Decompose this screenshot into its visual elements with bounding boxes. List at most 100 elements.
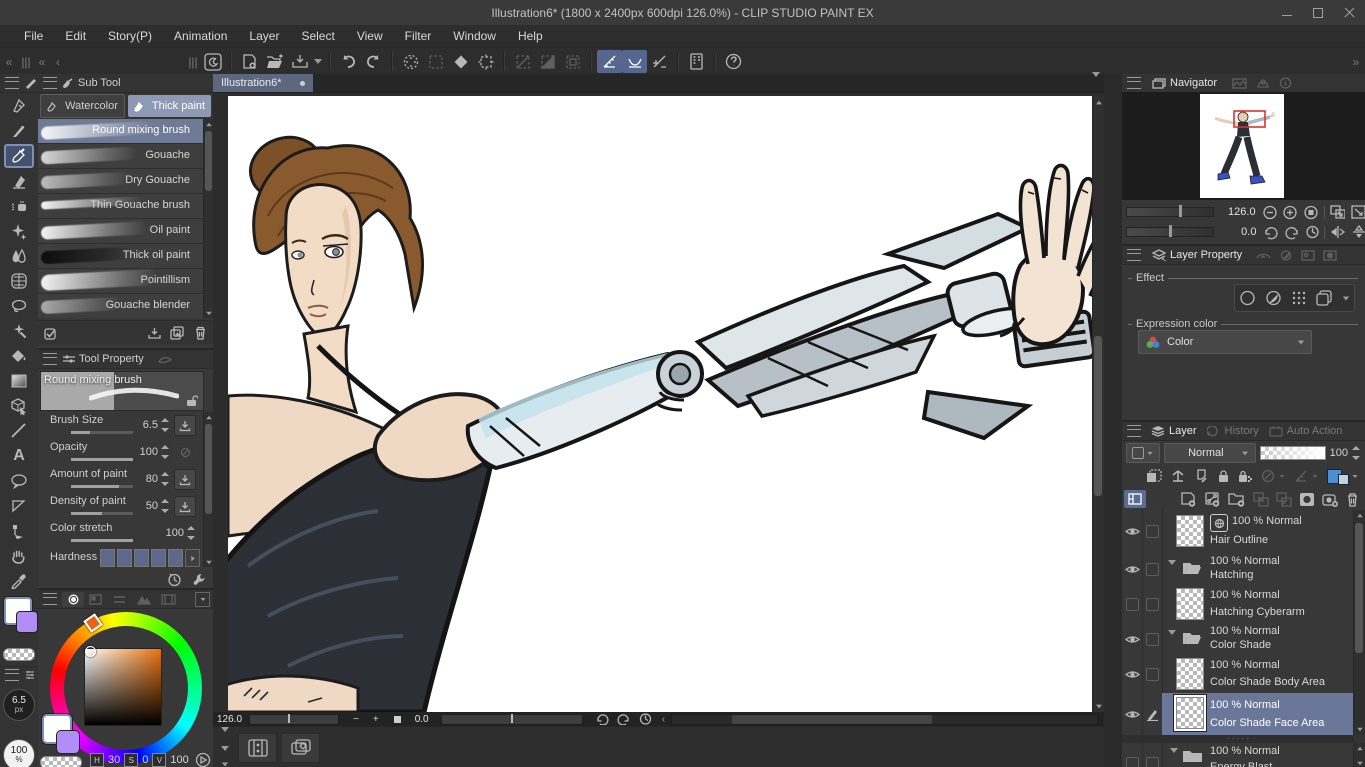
zoom-in-icon[interactable]: + — [373, 714, 379, 725]
menu-select[interactable]: Select — [290, 29, 345, 43]
nav-zoom-in-icon[interactable] — [1282, 205, 1298, 220]
nav-fit-to-screen-icon[interactable] — [1330, 205, 1346, 219]
save-dropdown-icon[interactable] — [312, 50, 324, 73]
layer-thumbnail[interactable] — [1176, 658, 1204, 690]
material-panel-button[interactable] — [684, 50, 709, 73]
close-button[interactable] — [1344, 7, 1355, 18]
prop-value[interactable]: 100 — [166, 527, 184, 539]
tool-property-scrollbar[interactable] — [203, 412, 213, 567]
expand-selection-button[interactable] — [473, 50, 498, 73]
sub-tool-menu-icon[interactable] — [43, 77, 57, 89]
visibility-eye-icon[interactable] — [1122, 510, 1143, 553]
slider-settings-icon[interactable] — [24, 669, 36, 681]
collapse-left-icon[interactable]: « — [0, 50, 18, 73]
hand-tool[interactable] — [4, 544, 34, 568]
sub-tool-tab-thick-paint[interactable]: Thick paint — [128, 95, 211, 117]
brush-size-dynamics-button[interactable] — [174, 415, 196, 436]
navigator-preview[interactable] — [1122, 92, 1365, 200]
frame-border-tool[interactable] — [4, 494, 34, 518]
brush-item-oil-paint[interactable]: Oil paint — [38, 219, 204, 244]
effect-dropdown-icon[interactable] — [1342, 296, 1350, 300]
nav-zoom-out-icon[interactable] — [1262, 205, 1278, 220]
canvas-rotation-slider[interactable] — [440, 713, 583, 725]
reset-rotation-icon[interactable] — [639, 713, 652, 725]
color-stretch-spinner[interactable] — [187, 526, 196, 540]
layer-row-hatching-cyberarm[interactable]: 100 % Normal Hatching Cyberarm — [1122, 585, 1354, 624]
delete-layer-icon[interactable] — [1346, 492, 1359, 507]
ruler-range-icon[interactable] — [1294, 469, 1319, 483]
transparent-color-swatch-panel[interactable] — [40, 756, 82, 767]
layer-row-color-shade-body[interactable]: 100 % Normal Color Shade Body Area — [1122, 655, 1354, 694]
brush-item-gouache-blender[interactable]: Gouache blender — [38, 294, 204, 318]
snap-to-grid-button[interactable] — [647, 50, 672, 73]
invert-selection-button[interactable] — [448, 50, 473, 73]
frame-tab-icon[interactable] — [1301, 249, 1315, 261]
value-value[interactable]: 100 — [170, 754, 188, 766]
layer-check-box[interactable] — [1142, 585, 1163, 623]
visibility-eye-icon[interactable] — [1122, 655, 1143, 693]
canvas-vscrollbar[interactable] — [1092, 96, 1104, 712]
layer-check-box[interactable] — [1142, 553, 1163, 585]
visibility-eye-icon[interactable] — [1122, 585, 1143, 623]
list-splitter[interactable]: · · · · · — [1122, 735, 1354, 743]
auto-select-tool[interactable] — [4, 319, 34, 343]
prop-value[interactable]: 50 — [146, 500, 158, 512]
item-bank-tab-icon[interactable] — [1256, 78, 1270, 89]
wrench-settings-icon[interactable] — [192, 572, 207, 587]
sv-marker[interactable] — [85, 646, 96, 657]
nav-rotate-right-icon[interactable] — [1284, 225, 1300, 240]
layer-tab[interactable]: Layer — [1146, 422, 1202, 440]
palette-color-chip[interactable] — [1126, 443, 1160, 463]
new-vector-layer-icon[interactable] — [1204, 491, 1221, 507]
zoom-fit-icon[interactable] — [393, 715, 401, 723]
layer-thumbnail[interactable] — [1176, 515, 1204, 547]
sub-color-swatch-panel[interactable] — [56, 730, 80, 754]
brush-size-spinner[interactable] — [161, 418, 170, 432]
amount-dynamics-button[interactable] — [174, 469, 196, 490]
opacity-spinner[interactable] — [161, 445, 170, 459]
saturation-value-square[interactable] — [84, 648, 162, 726]
layer-check-box[interactable] — [1142, 743, 1163, 767]
multi-select-icon[interactable] — [44, 326, 59, 340]
density-spinner[interactable] — [161, 499, 170, 513]
visibility-eye-icon[interactable] — [1122, 623, 1143, 655]
amount-of-paint-slider[interactable] — [71, 485, 133, 488]
import-sub-tool-icon[interactable] — [147, 326, 162, 340]
correct-line-tool[interactable] — [4, 519, 34, 543]
text-tool[interactable]: A — [4, 444, 34, 468]
airbrush-tool[interactable] — [4, 194, 34, 218]
visibility-eye-icon[interactable] — [1122, 743, 1143, 767]
brush-detail-tab-icon[interactable] — [157, 354, 174, 365]
layer-opacity-value[interactable]: 100 — [1330, 447, 1348, 459]
collapse-right-icon[interactable]: » — [1347, 50, 1365, 73]
nav-reset-rotation-icon[interactable] — [1305, 225, 1319, 239]
navigator-zoom-slider[interactable] — [1126, 205, 1214, 217]
layer-row-hatching[interactable]: 100 % Normal Hatching — [1122, 553, 1354, 586]
navigator-zoom-value[interactable]: 126.0 — [1222, 206, 1256, 218]
sub-view-tab-icon[interactable] — [1232, 77, 1247, 89]
halftone-effect-icon[interactable] — [1291, 290, 1307, 306]
selection-launcher-button[interactable] — [560, 50, 585, 73]
clip-to-layer-below-icon[interactable] — [1146, 469, 1162, 483]
sub-tool-tab-watercolor[interactable]: Watercolor — [40, 94, 125, 118]
delete-sub-tool-icon[interactable] — [194, 326, 207, 340]
color-stretch-slider[interactable] — [71, 539, 133, 542]
layer-row-hair-outline[interactable]: 100 % Normal Hair Outline — [1122, 510, 1354, 554]
lock-transparent-pixel-icon[interactable] — [1238, 469, 1253, 483]
layer-check-box[interactable] — [1142, 510, 1163, 553]
scroll-down-icon[interactable] — [221, 746, 229, 767]
folder-expand-icon[interactable] — [1170, 748, 1178, 767]
animation-cel-tab-icon[interactable] — [1256, 250, 1271, 261]
layer-check-box[interactable] — [1142, 623, 1163, 655]
folder-expand-icon[interactable] — [1168, 630, 1176, 649]
brush-tool[interactable] — [4, 144, 34, 168]
light-table-button[interactable] — [281, 733, 320, 763]
layer-property-tab[interactable]: Layer Property — [1146, 246, 1248, 264]
color-mixing-icon[interactable] — [195, 752, 211, 767]
brush-item-gouache[interactable]: Gouache — [38, 144, 204, 169]
new-layer-folder-icon[interactable] — [1228, 491, 1246, 507]
intermediate-color-tab-icon[interactable] — [137, 594, 151, 605]
lower-list-scrollbar[interactable] — [1353, 743, 1365, 767]
selection-tool[interactable] — [4, 294, 34, 318]
color-slider-tab-icon[interactable] — [113, 594, 127, 605]
